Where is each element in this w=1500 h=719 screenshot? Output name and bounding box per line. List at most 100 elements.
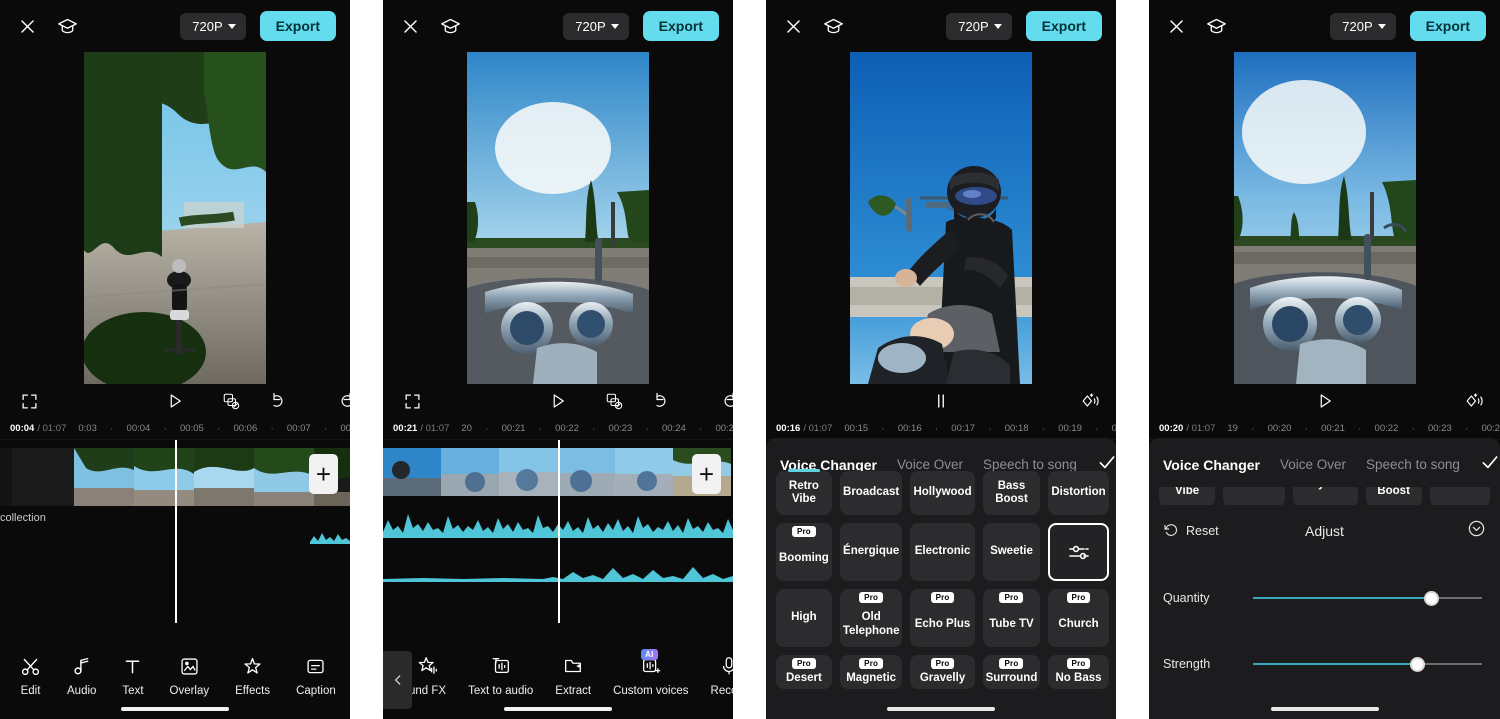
keyframe-disabled-icon[interactable] — [218, 388, 244, 414]
export-button[interactable]: Export — [642, 11, 719, 41]
resolution-selector[interactable]: 720P — [1330, 12, 1396, 40]
keyframe-add-icon[interactable] — [1076, 388, 1102, 414]
graduation-cap-icon[interactable] — [54, 13, 80, 39]
clip-thumbnail[interactable] — [194, 448, 254, 506]
effect-high[interactable]: High — [776, 589, 832, 647]
close-icon[interactable] — [397, 13, 423, 39]
toolbar-back-button[interactable] — [383, 651, 412, 709]
effect-distortion[interactable]: Distortion — [1048, 471, 1109, 515]
export-button[interactable]: Export — [1409, 11, 1486, 41]
effect-gravelly[interactable]: Pro Gravelly — [910, 655, 975, 689]
effect-hollywood[interactable]: Hollywood — [1293, 487, 1358, 505]
tool-effects[interactable]: Effects — [235, 653, 270, 697]
export-button[interactable]: Export — [259, 11, 336, 41]
resolution-selector[interactable]: 720P — [563, 12, 629, 40]
clip-thumbnail[interactable] — [12, 448, 74, 506]
tool-text[interactable]: Text — [122, 653, 144, 697]
tool-record[interactable]: Record — [711, 653, 733, 697]
fullscreen-icon[interactable] — [399, 388, 425, 414]
tab-voice-over[interactable]: Voice Over — [897, 457, 963, 472]
clip-thumbnail[interactable] — [499, 448, 557, 496]
effect-old-telephone[interactable]: Pro Old Telephone — [839, 589, 903, 647]
effect-tube-tv[interactable]: Pro Tube TV — [982, 589, 1041, 647]
checkmark-icon[interactable] — [1480, 452, 1500, 477]
resolution-selector[interactable]: 720P — [946, 12, 1012, 40]
close-icon[interactable] — [14, 13, 40, 39]
quantity-slider[interactable] — [1253, 589, 1482, 607]
undo-icon[interactable] — [647, 388, 673, 414]
add-clip-button[interactable]: + — [309, 454, 338, 494]
tab-voice-over[interactable]: Voice Over — [1280, 457, 1346, 472]
timeline-2[interactable]: + — [383, 440, 733, 623]
effect-energique[interactable]: Énergique — [839, 523, 903, 581]
effect-surround[interactable]: Pro Surround — [982, 655, 1041, 689]
tool-audio[interactable]: Audio — [67, 653, 96, 697]
chevron-down-circle-icon[interactable] — [1467, 519, 1486, 543]
undo-icon[interactable] — [264, 388, 290, 414]
effect-bass-boost[interactable]: Bass Boost — [1365, 487, 1422, 505]
close-icon[interactable] — [780, 13, 806, 39]
strength-slider[interactable] — [1253, 655, 1482, 673]
play-icon[interactable] — [545, 388, 571, 414]
clip-thumbnail[interactable] — [134, 448, 194, 506]
timeline-ruler-1[interactable]: 00:04 / 01:07 0:03 · 00:04 · 00:05 · 00:… — [0, 418, 350, 440]
export-button[interactable]: Export — [1025, 11, 1102, 41]
close-icon[interactable] — [1163, 13, 1189, 39]
tool-overlay[interactable]: Overlay — [170, 653, 209, 697]
effect-magnetic[interactable]: Pro Magnetic — [839, 655, 903, 689]
effect-retro-vibe[interactable]: Retro Vibe — [1159, 487, 1216, 505]
video-preview-3[interactable] — [766, 52, 1116, 384]
effect-electronic[interactable]: Electronic — [910, 523, 975, 581]
play-icon[interactable] — [1312, 388, 1338, 414]
redo-icon[interactable] — [693, 388, 733, 414]
tab-speech-to-song[interactable]: Speech to song — [1366, 457, 1460, 472]
video-preview-2[interactable] — [383, 52, 733, 384]
graduation-cap-icon[interactable] — [820, 13, 846, 39]
video-preview-1[interactable] — [0, 52, 350, 384]
effect-no-bass[interactable]: Pro No Bass — [1048, 655, 1109, 689]
keyframe-disabled-icon[interactable] — [601, 388, 627, 414]
video-track[interactable] — [383, 448, 731, 496]
adjust-sliders-icon[interactable] — [1048, 523, 1109, 581]
clip-thumbnail[interactable] — [557, 448, 615, 496]
timeline-ruler-2[interactable]: 00:21 / 01:07 20 · 00:21 · 00:22 · 00:23… — [383, 418, 733, 440]
timeline-1[interactable]: + collection — [0, 440, 350, 623]
playhead[interactable] — [175, 440, 177, 623]
graduation-cap-icon[interactable] — [1203, 13, 1229, 39]
clip-thumbnail[interactable] — [254, 448, 314, 506]
video-preview-4[interactable] — [1149, 52, 1500, 384]
effect-desert[interactable]: Pro Desert — [776, 655, 832, 689]
tool-extract[interactable]: Extract — [555, 653, 591, 697]
clip-thumbnail[interactable] — [615, 448, 673, 496]
timeline-ruler-3[interactable]: 00:16 / 01:07 00:15 · 00:16 · 00:17 · 00… — [766, 418, 1116, 440]
clip-thumbnail[interactable] — [383, 448, 441, 496]
resolution-selector[interactable]: 720P — [180, 12, 246, 40]
graduation-cap-icon[interactable] — [437, 13, 463, 39]
effect-booming[interactable]: Pro Booming — [776, 523, 832, 581]
slider-knob[interactable] — [1410, 656, 1426, 672]
play-icon[interactable] — [162, 388, 188, 414]
keyframe-add-icon[interactable] — [1460, 388, 1486, 414]
effect-church[interactable]: Pro Church — [1048, 589, 1109, 647]
add-clip-button[interactable]: + — [692, 454, 721, 494]
reset-button[interactable]: Reset — [1163, 522, 1219, 541]
effect-distortion[interactable]: Distortion — [1429, 487, 1490, 505]
audio-waveform[interactable] — [310, 528, 350, 544]
effect-hollywood[interactable]: Hollywood — [910, 471, 975, 515]
clip-thumbnail[interactable] — [441, 448, 499, 496]
tab-voice-changer[interactable]: Voice Changer — [1163, 457, 1260, 473]
tool-caption[interactable]: Caption — [296, 653, 336, 697]
clip-thumbnail[interactable] — [74, 448, 134, 506]
effect-broadcast[interactable]: Broadcast — [1223, 487, 1286, 505]
tool-edit[interactable]: Edit — [20, 653, 41, 697]
clip-thumbnail[interactable] — [0, 448, 12, 506]
tool-text-to-audio[interactable]: Text to audio — [468, 653, 533, 697]
playhead[interactable] — [558, 440, 560, 623]
fullscreen-icon[interactable] — [16, 388, 42, 414]
slider-knob[interactable] — [1424, 590, 1440, 606]
redo-icon[interactable] — [310, 388, 350, 414]
timeline-ruler-4[interactable]: 00:20 / 01:07 19 · 00:20 · 00:21 · 00:22… — [1149, 418, 1500, 440]
effect-echo-plus[interactable]: Pro Echo Plus — [910, 589, 975, 647]
tab-speech-to-song[interactable]: Speech to song — [983, 457, 1077, 472]
effect-retro-vibe[interactable]: Retro Vibe — [776, 469, 832, 515]
